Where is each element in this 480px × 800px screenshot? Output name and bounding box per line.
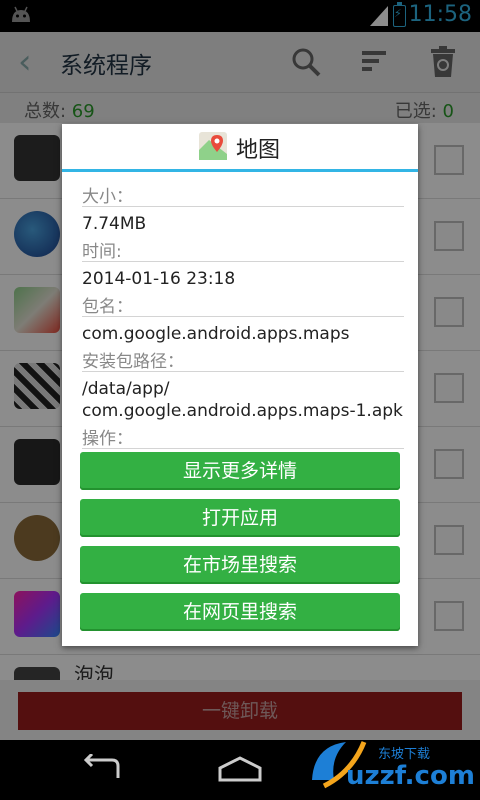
open-app-button[interactable]: 打开应用 xyxy=(80,499,400,537)
time-value: 2014-01-16 23:18 xyxy=(82,269,236,289)
size-label: 大小： xyxy=(82,182,404,207)
search-market-button[interactable]: 在市场里搜索 xyxy=(80,546,400,584)
dialog-title: 地图 xyxy=(236,138,281,163)
app-detail-dialog: 地图 大小： 7.74MB 时间: 2014-01-16 23:18 包名： c… xyxy=(62,124,418,646)
path-label: 安装包路径： xyxy=(82,347,404,372)
site-watermark-logo: 东坡下载 uzzf.com xyxy=(312,741,474,791)
size-section: 大小： 7.74MB xyxy=(82,182,404,235)
path-section: 安装包路径： /data/app/ com.google.android.app… xyxy=(82,347,404,422)
path-value: /data/app/ com.google.android.apps.maps-… xyxy=(82,379,403,421)
back-nav-icon[interactable] xyxy=(78,754,124,784)
action-label: 操作： xyxy=(82,424,404,449)
watermark-subtext: 东坡下载 xyxy=(378,747,430,762)
package-value: com.google.android.apps.maps xyxy=(82,324,350,344)
maps-icon xyxy=(199,132,227,160)
package-section: 包名： com.google.android.apps.maps xyxy=(82,292,404,345)
package-label: 包名： xyxy=(82,292,404,317)
dialog-header: 地图 xyxy=(62,124,418,172)
show-more-details-button[interactable]: 显示更多详情 xyxy=(80,452,400,490)
time-label: 时间: xyxy=(82,237,404,262)
watermark-text: uzzf.com xyxy=(346,761,474,791)
time-section: 时间: 2014-01-16 23:18 xyxy=(82,237,404,290)
action-section: 操作： xyxy=(82,424,404,449)
home-nav-icon[interactable] xyxy=(216,754,264,784)
search-web-button[interactable]: 在网页里搜索 xyxy=(80,593,400,631)
size-value: 7.74MB xyxy=(82,214,147,234)
